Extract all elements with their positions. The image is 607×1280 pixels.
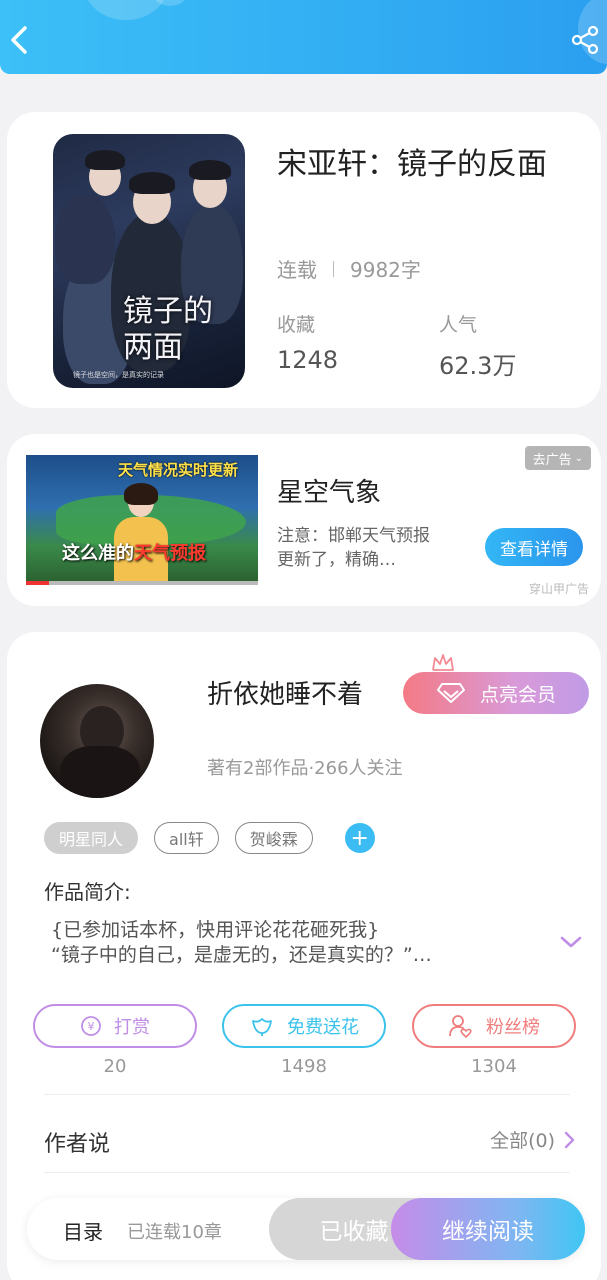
book-meta: 连载 9982字 xyxy=(277,254,421,283)
chapter-count[interactable]: 已连载10章 xyxy=(127,1218,222,1244)
cover-figure xyxy=(55,194,115,284)
share-icon xyxy=(571,25,599,55)
ad-caption-highlight: 天气预报 xyxy=(134,543,206,564)
book-status: 连载 xyxy=(277,258,317,282)
table-of-contents-button[interactable]: 目录 xyxy=(63,1216,103,1245)
fan-ranking-button[interactable]: 粉丝榜 xyxy=(412,1004,576,1048)
chevron-right-icon xyxy=(564,1131,575,1148)
cover-hair xyxy=(129,172,175,194)
ad-description: 注意：邯郸天气预报更新了，精确… xyxy=(277,526,430,570)
remove-ad-button[interactable]: 去广告 ⌄ xyxy=(524,446,591,470)
intro-line: “镜子中的自己，是虚无的，还是真实的？”… xyxy=(51,944,432,966)
intro-text[interactable]: {已参加话本杯，快用评论花花砸死我} “镜子中的自己，是虚无的，还是真实的？”… xyxy=(51,918,521,968)
ad-view-details-button[interactable]: 查看详情 xyxy=(485,528,583,566)
yen-coin-icon: ¥ xyxy=(81,1016,101,1036)
header-decoration xyxy=(84,0,168,20)
divider xyxy=(44,1172,570,1173)
word-count: 9982字 xyxy=(350,258,421,282)
back-arrow-icon xyxy=(11,26,27,54)
author-says-title: 作者说 xyxy=(44,1132,111,1157)
reward-label: 打赏 xyxy=(114,1017,150,1038)
divider xyxy=(44,1094,570,1095)
cover-subtitle: 镜子也是空间，是真实的记录 xyxy=(73,371,164,379)
book-cover[interactable]: 镜子的两面 镜子也是空间，是真实的记录 xyxy=(53,134,245,388)
ad-caption-text: 这么准的 xyxy=(62,543,134,564)
ad-anchor-figure xyxy=(114,483,168,585)
crown-icon xyxy=(432,654,454,671)
remove-ad-label: 去广告 xyxy=(532,452,572,468)
chevron-down-icon[interactable] xyxy=(559,934,583,950)
collect-value: 1248 xyxy=(277,346,339,374)
ad-image-caption-main: 这么准的天气预报 xyxy=(62,539,206,565)
reward-count: 20 xyxy=(103,1056,127,1077)
reward-button[interactable]: ¥ 打赏 xyxy=(33,1004,197,1048)
continue-reading-button[interactable]: 继续阅读 xyxy=(391,1198,585,1260)
back-button[interactable] xyxy=(4,22,34,58)
book-info-card: 镜子的两面 镜子也是空间，是真实的记录 宋亚轩：镜子的反面 连载 9982字 收… xyxy=(7,112,601,408)
vip-member-label: 点亮会员 xyxy=(479,683,556,706)
ad-source: 穿山甲广告 xyxy=(528,582,589,596)
fan-count: 1304 xyxy=(471,1056,517,1077)
svg-text:¥: ¥ xyxy=(88,1020,95,1033)
add-tag-button[interactable]: + xyxy=(344,823,375,853)
author-stats: 著有2部作品·266人关注 xyxy=(207,758,403,779)
tag[interactable]: 贺峻霖 xyxy=(234,822,313,854)
popularity-label: 人气 xyxy=(439,314,478,336)
intro-line: {已参加话本杯，快用评论花花砸死我} xyxy=(51,919,380,941)
chevron-down-icon: ⌄ xyxy=(574,452,583,464)
ad-video-progress xyxy=(26,581,258,585)
send-flower-button[interactable]: 免费送花 xyxy=(222,1004,386,1048)
view-all-link[interactable]: 全部(0) xyxy=(490,1126,575,1153)
book-title: 宋亚轩：镜子的反面 xyxy=(277,147,547,182)
collect-label: 收藏 xyxy=(277,314,316,336)
view-all-label: 全部(0) xyxy=(490,1130,555,1152)
fan-user-icon xyxy=(449,1015,472,1038)
ad-title: 星空气象 xyxy=(277,478,382,508)
cover-title: 镜子的两面 xyxy=(123,294,213,365)
intro-label: 作品简介: xyxy=(44,880,131,904)
author-name[interactable]: 折依她睡不着 xyxy=(207,674,363,711)
popularity-value: 62.3万 xyxy=(439,352,517,380)
plus-icon: + xyxy=(350,825,369,851)
ad-card[interactable]: 天气情况实时更新 这么准的天气预报 星空气象 注意：邯郸天气预报更新了，精确… … xyxy=(7,434,601,606)
vip-member-button[interactable]: 点亮会员 xyxy=(403,672,589,714)
flower-icon xyxy=(252,1018,272,1036)
tag[interactable]: all轩 xyxy=(154,822,219,854)
avatar[interactable] xyxy=(40,684,154,798)
tag[interactable]: 明星同人 xyxy=(44,822,139,854)
author-card: 折依她睡不着 点亮会员 著有2部作品·266人关注 明星同人 all轩 贺峻霖 … xyxy=(7,632,601,1280)
ad-video-progress-fill xyxy=(26,581,50,585)
ad-image[interactable]: 天气情况实时更新 这么准的天气预报 xyxy=(26,455,258,585)
cover-hair xyxy=(85,150,125,170)
flower-count: 1498 xyxy=(281,1056,327,1077)
tag-list: 明星同人 all轩 贺峻霖 + xyxy=(44,822,375,854)
cover-hair xyxy=(189,160,231,180)
bottom-action-bar: 目录 已连载10章 已收藏 继续阅读 xyxy=(27,1198,585,1260)
ad-image-caption-top: 天气情况实时更新 xyxy=(118,461,239,479)
meta-divider xyxy=(333,260,334,277)
top-nav-bar xyxy=(0,0,607,74)
fan-ranking-label: 粉丝榜 xyxy=(486,1017,540,1038)
diamond-icon xyxy=(436,683,465,703)
share-button[interactable] xyxy=(567,22,603,58)
send-flower-label: 免费送花 xyxy=(287,1017,359,1038)
